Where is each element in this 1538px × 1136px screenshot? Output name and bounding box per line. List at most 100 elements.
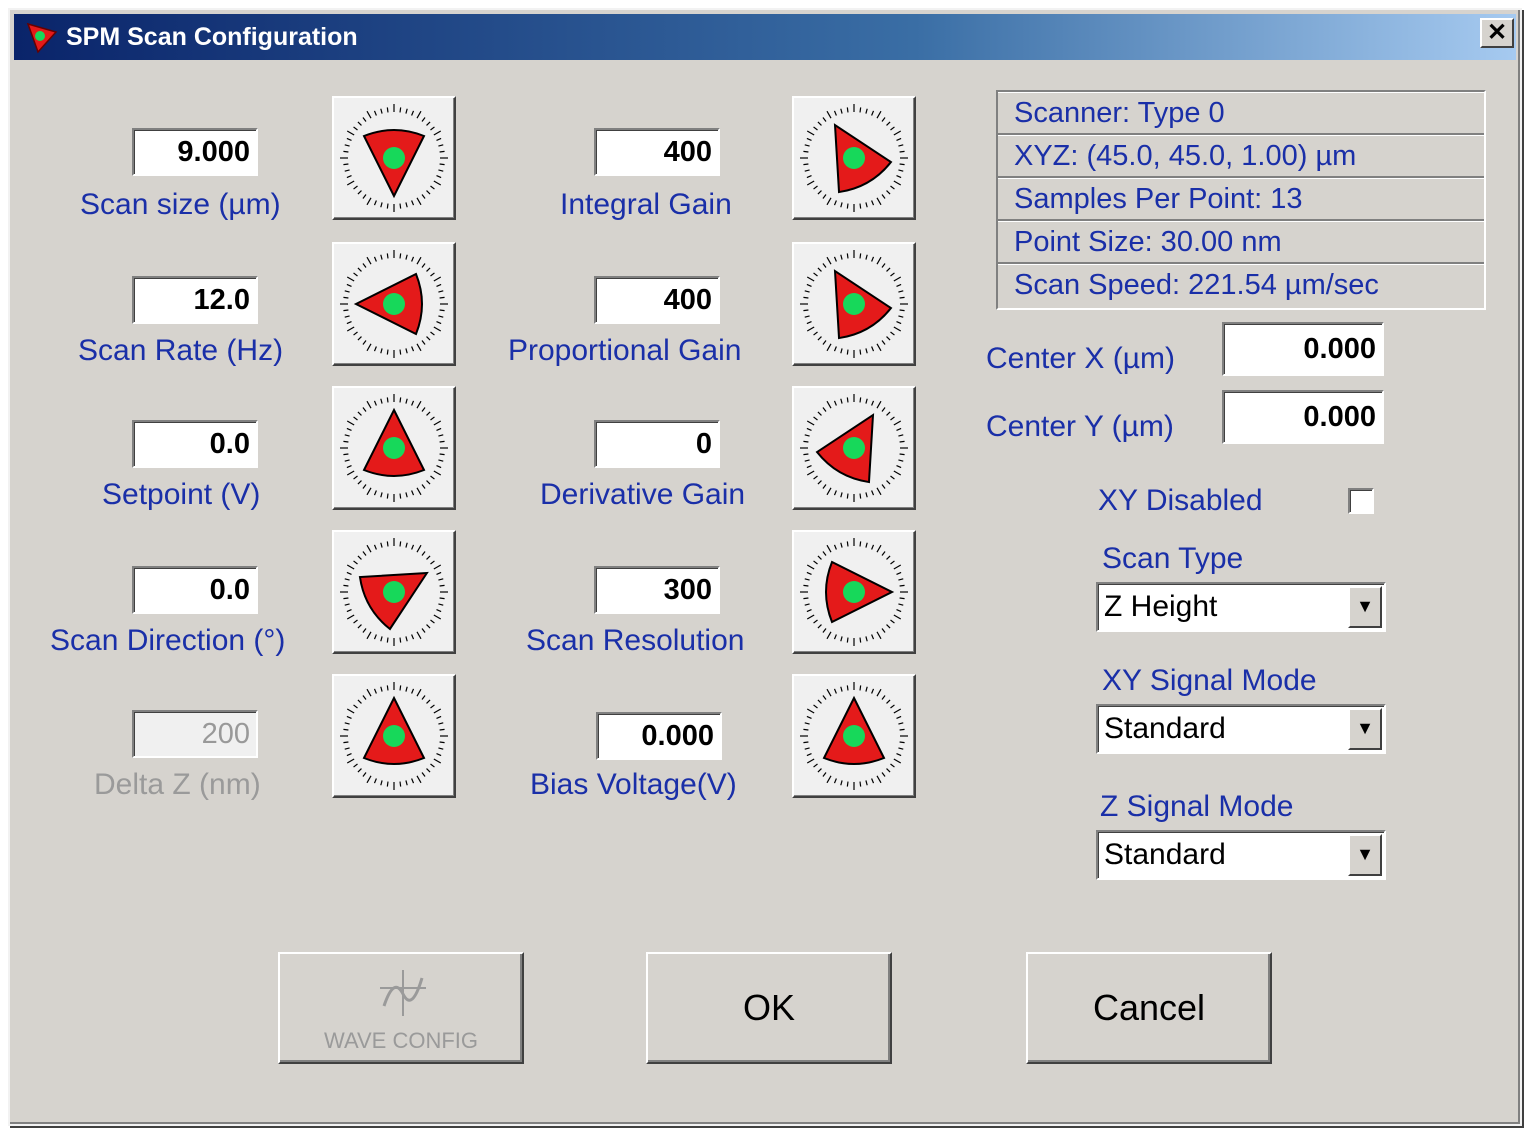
dial-tick xyxy=(896,283,902,287)
scan-direction-knob[interactable] xyxy=(332,530,456,654)
ok-button[interactable]: OK xyxy=(646,952,892,1064)
dial-tick xyxy=(833,110,837,116)
knob-dial-icon xyxy=(340,250,448,358)
dial-tick xyxy=(896,609,902,613)
dial-tick xyxy=(806,276,815,282)
scan-direction-input[interactable]: 0.0 xyxy=(132,566,258,614)
dial-tick xyxy=(411,778,415,784)
bias-voltage-input[interactable]: 0.000 xyxy=(596,712,722,760)
dial-tick xyxy=(343,309,349,312)
dial-tick xyxy=(898,459,904,462)
scan-type-select[interactable]: Z Height ▼ xyxy=(1096,582,1386,632)
setpoint-label: Setpoint (V) xyxy=(102,478,261,511)
dial-tick xyxy=(822,263,827,268)
dial-tick xyxy=(346,130,355,136)
dial-tick xyxy=(817,121,822,126)
dial-tick xyxy=(405,202,408,208)
dial-tick xyxy=(362,340,367,345)
knob-dial-icon xyxy=(800,538,908,646)
dial-tick xyxy=(405,348,408,354)
chevron-down-icon[interactable]: ▼ xyxy=(1348,708,1382,750)
scan-resolution-knob[interactable] xyxy=(792,530,916,654)
knob-center xyxy=(383,293,405,315)
scan-resolution-input[interactable]: 300 xyxy=(594,566,720,614)
dial-tick xyxy=(886,624,891,629)
integral-gain-knob[interactable] xyxy=(792,96,916,220)
proportional-gain-knob[interactable] xyxy=(792,242,916,366)
dial-tick xyxy=(886,480,891,485)
dial-tick xyxy=(876,343,882,352)
dial-tick xyxy=(426,624,431,629)
dial-tick xyxy=(846,203,849,209)
dial-tick xyxy=(373,634,377,640)
z-signal-mode-label: Z Signal Mode xyxy=(1100,790,1294,823)
dial-tick xyxy=(362,117,367,122)
scan-size-input[interactable]: 9.000 xyxy=(132,128,258,176)
dial-tick xyxy=(430,185,435,190)
dial-tick xyxy=(813,416,818,421)
dial-tick xyxy=(416,775,422,784)
derivative-gain-input[interactable]: 0 xyxy=(594,420,720,468)
dial-tick xyxy=(886,267,891,272)
scan-rate-input[interactable]: 12.0 xyxy=(132,276,258,324)
dial-tick xyxy=(399,349,402,355)
dial-tick xyxy=(353,272,358,277)
derivative-gain-knob[interactable] xyxy=(792,386,916,510)
dial-tick xyxy=(411,688,415,694)
dial-tick xyxy=(840,398,843,404)
scan-size-knob[interactable] xyxy=(332,96,456,220)
dial-tick xyxy=(881,263,886,268)
dial-tick xyxy=(813,763,818,768)
dial-tick xyxy=(386,541,389,547)
dial-tick xyxy=(886,336,891,341)
close-button[interactable]: ✕ xyxy=(1480,18,1514,48)
dial-tick xyxy=(346,283,352,287)
cancel-button[interactable]: Cancel xyxy=(1026,952,1272,1064)
dial-tick xyxy=(806,420,815,426)
delta-z-knob[interactable] xyxy=(332,674,456,798)
dial-tick xyxy=(346,708,355,714)
dial-tick xyxy=(386,349,389,355)
xy-disabled-checkbox[interactable] xyxy=(1348,488,1374,514)
dial-tick xyxy=(876,400,882,409)
center-x-input[interactable]: 0.000 xyxy=(1222,322,1384,376)
chevron-down-icon[interactable]: ▼ xyxy=(1348,834,1382,876)
chevron-down-icon[interactable]: ▼ xyxy=(1348,586,1382,628)
scan-rate-knob[interactable] xyxy=(332,242,456,366)
bias-voltage-knob[interactable] xyxy=(792,674,916,798)
dial-tick xyxy=(380,398,383,404)
dial-tick xyxy=(876,688,882,697)
setpoint-knob[interactable] xyxy=(332,386,456,510)
knob-center xyxy=(843,293,865,315)
dial-tick xyxy=(366,343,372,352)
center-y-input[interactable]: 0.000 xyxy=(1222,390,1384,444)
dial-tick xyxy=(871,346,875,352)
wave-config-button[interactable]: WAVE CONFIG xyxy=(278,952,524,1064)
proportional-gain-input[interactable]: 400 xyxy=(594,276,720,324)
dial-tick xyxy=(416,256,422,265)
dial-tick xyxy=(353,704,358,709)
scan-direction-label: Scan Direction (°) xyxy=(50,624,286,657)
dial-tick xyxy=(380,202,383,208)
dial-tick xyxy=(817,699,822,704)
z-signal-mode-select[interactable]: Standard ▼ xyxy=(1096,830,1386,880)
dial-tick xyxy=(817,336,822,341)
dial-tick xyxy=(896,137,902,141)
proportional-gain-label: Proportional Gain xyxy=(508,334,742,367)
dial-tick xyxy=(840,542,843,548)
dial-tick xyxy=(343,296,349,299)
dial-tick xyxy=(846,349,849,355)
dial-tick xyxy=(366,400,372,409)
dial-tick xyxy=(899,453,905,456)
dial-tick xyxy=(344,578,350,581)
dial-tick xyxy=(421,695,426,700)
point-size-text: Point Size: 30.00 nm xyxy=(998,221,1484,264)
dial-tick xyxy=(386,685,389,691)
dial-tick xyxy=(846,637,849,643)
setpoint-input[interactable]: 0.0 xyxy=(132,420,258,468)
integral-gain-input[interactable]: 400 xyxy=(594,128,720,176)
xy-signal-mode-select[interactable]: Standard ▼ xyxy=(1096,704,1386,754)
dial-tick xyxy=(899,584,905,587)
delta-z-input: 200 xyxy=(132,710,258,758)
dial-tick xyxy=(871,778,875,784)
